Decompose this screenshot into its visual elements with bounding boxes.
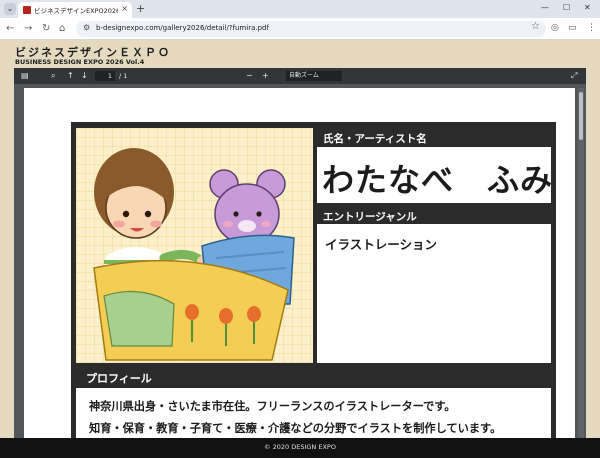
find-icon[interactable]: ⌕ <box>51 71 55 81</box>
url-text: b-designexpo.com/gallery2026/detail/?fum… <box>96 24 269 32</box>
profile-heading-label: プロフィール <box>86 372 152 385</box>
back-button[interactable]: ← <box>6 23 14 34</box>
genre-box: イラストレーション <box>317 224 551 363</box>
site-subtitle: BUSINESS DESIGN EXPO 2026 Vol.4 <box>15 58 145 66</box>
menu-icon[interactable]: ⋮ <box>587 23 596 33</box>
illustration-image <box>76 128 313 363</box>
genre-value: イラストレーション <box>325 237 438 252</box>
next-page-icon[interactable]: ↓ <box>81 71 88 80</box>
profile-box: 神奈川県出身・さいたま市在住。フリーランスのイラストレーターです。 知育・保育・… <box>76 388 551 438</box>
close-window-button[interactable]: ✕ <box>584 3 591 12</box>
tab-title: ビジネスデザインEXPO2026 Vol.4 <box>34 7 118 15</box>
minimize-button[interactable]: — <box>541 3 549 12</box>
entry-card: プロフィール 氏名・アーティスト名 わたなべ ふみ エントリージャンル イラスト… <box>71 122 556 438</box>
name-heading: 氏名・アーティスト名 <box>317 128 551 146</box>
genre-heading-label: エントリージャンル <box>323 211 417 223</box>
zoom-out-button[interactable]: − <box>246 71 253 80</box>
page-number-input[interactable]: 1 <box>95 71 115 81</box>
browser-tab-bar: ⌄ ビジネスデザインEXPO2026 Vol.4 × + — ☐ ✕ <box>0 0 600 18</box>
genre-heading: エントリージャンル <box>317 206 551 224</box>
artist-name-box: わたなべ ふみ <box>317 147 554 203</box>
pdf-scrollbar[interactable] <box>578 88 584 438</box>
maximize-button[interactable]: ☐ <box>563 3 570 12</box>
pdf-toolbar: ▤ ⌕ ↑ ↓ 1 / 1 − + 自動ズーム ⤢ <box>14 68 586 84</box>
bookmark-star-icon[interactable]: ☆ <box>531 21 540 32</box>
reload-button[interactable]: ↻ <box>42 23 50 34</box>
address-bar[interactable]: ⚙ b-designexpo.com/gallery2026/detail/?f… <box>76 21 546 37</box>
new-tab-button[interactable]: + <box>136 2 145 15</box>
forward-button[interactable]: → <box>24 23 32 34</box>
zoom-select[interactable]: 自動ズーム <box>286 71 342 81</box>
site-info-icon[interactable]: ⚙ <box>83 23 90 32</box>
tab-close-button[interactable]: × <box>121 4 128 13</box>
previous-page-icon[interactable]: ↑ <box>67 71 74 80</box>
browser-toolbar: ← → ↻ ⌂ ⚙ b-designexpo.com/gallery2026/d… <box>0 18 600 40</box>
extensions-icon[interactable]: ◎ <box>551 23 559 33</box>
site-footer: © 2020 DESIGN EXPO <box>0 438 600 458</box>
home-button[interactable]: ⌂ <box>59 23 65 34</box>
tab-search-button[interactable]: ⌄ <box>4 3 16 15</box>
artist-illustration <box>76 128 313 363</box>
sidebar-toggle-icon[interactable]: ▤ <box>21 71 29 80</box>
zoom-in-button[interactable]: + <box>262 71 269 80</box>
copyright-text: © 2020 DESIGN EXPO <box>264 443 336 451</box>
page-total: / 1 <box>119 72 128 80</box>
pdf-page: プロフィール 氏名・アーティスト名 わたなべ ふみ エントリージャンル イラスト… <box>24 88 575 438</box>
pdf-viewer: ▤ ⌕ ↑ ↓ 1 / 1 − + 自動ズーム ⤢ プロフィール 氏名・アーティ… <box>14 68 586 438</box>
pdf-scrollbar-thumb[interactable] <box>579 92 583 140</box>
browser-tab[interactable]: ビジネスデザインEXPO2026 Vol.4 × <box>18 2 132 18</box>
name-heading-label: 氏名・アーティスト名 <box>323 133 427 145</box>
favicon-icon <box>23 6 31 14</box>
fullscreen-icon[interactable]: ⤢ <box>571 71 577 81</box>
profile-line: 知育・保育・教育・子育て・医療・介護などの分野でイラストを制作しています。 <box>89 422 502 435</box>
profile-heading: プロフィール <box>76 366 313 386</box>
sidebar-icon[interactable]: ▭ <box>568 23 577 33</box>
artist-name: わたなべ ふみ <box>322 161 554 199</box>
profile-line: 神奈川県出身・さいたま市在住。フリーランスのイラストレーターです。 <box>89 400 456 413</box>
